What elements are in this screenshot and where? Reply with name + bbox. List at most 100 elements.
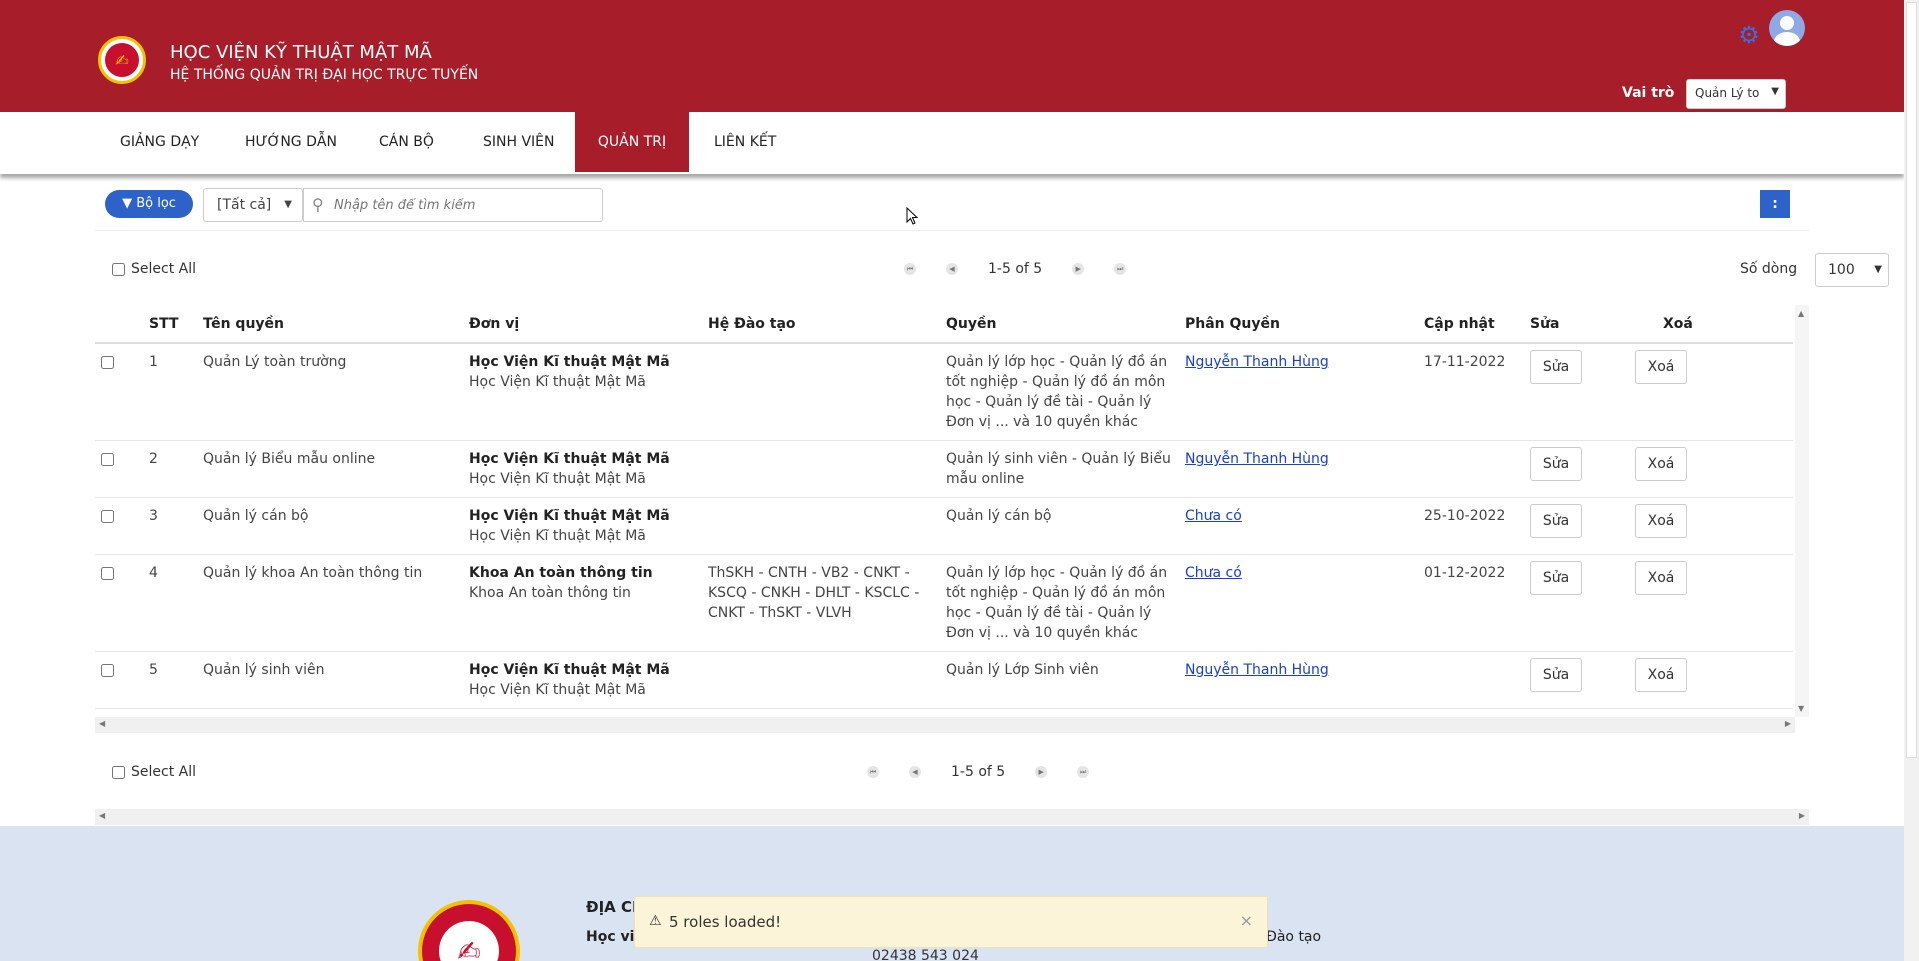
row-checkbox[interactable] [101,567,114,580]
delete-button[interactable]: Xoá [1635,504,1687,538]
book-icon: ✍ [105,43,139,77]
role-select[interactable]: Quản Lý to ▼ [1686,79,1786,109]
scroll-left-icon[interactable]: ◀ [99,811,105,820]
first-page-icon[interactable]: ⏮ [867,766,879,778]
prev-page-icon[interactable]: ◀ [946,263,958,275]
cell-stt: 5 [145,651,199,709]
col-quyen[interactable]: Quyền [942,305,1181,344]
nav-giang-day[interactable]: GIẢNG DẠY [120,112,199,172]
cell-stt: 1 [145,343,199,441]
warning-icon: ⚠ [649,913,662,929]
assignee-link[interactable]: Nguyễn Thanh Hùng [1185,451,1329,467]
table-horizontal-scrollbar[interactable]: ◀ ▶ [95,717,1795,733]
close-icon[interactable]: × [1240,911,1253,930]
assignee-link[interactable]: Nguyễn Thanh Hùng [1185,662,1329,678]
table-row: 2 Quản lý Biểu mẫu online Học Viện Kĩ th… [95,440,1793,498]
edit-button[interactable]: Sửa [1530,561,1582,595]
academy-logo: ✍ [98,36,146,84]
main-nav: GIẢNG DẠY HƯỚNG DẪN CÁN BỘ SINH VIÊN QUẢ… [0,112,1904,174]
pagination-top: ⏮ ◀ 1-5 of 5 ▶ ⏭ [889,261,1141,277]
pagination-bottom: ⏮ ◀ 1-5 of 5 ▶ ⏭ [852,764,1104,780]
row-checkbox[interactable] [101,510,114,523]
scroll-right-icon[interactable]: ▶ [1799,811,1805,820]
edit-button[interactable]: Sửa [1530,350,1582,384]
assignee-link[interactable]: Chưa có [1185,565,1242,581]
col-stt[interactable]: STT [145,305,199,344]
cell-name: Quản lý khoa An toàn thông tin [199,554,465,652]
scroll-down-icon[interactable]: ▼ [1798,704,1804,713]
cell-updated: 01-12-2022 [1420,554,1526,652]
cell-name: Quản lý sinh viên [199,651,465,709]
assignee-link[interactable]: Chưa có [1185,508,1242,524]
edit-button[interactable]: Sửa [1530,447,1582,481]
cell-permissions: Quản lý Lớp Sinh viên [942,651,1181,709]
col-phan-quyen[interactable]: Phân Quyền [1181,305,1420,344]
scroll-right-icon[interactable]: ▶ [1785,719,1791,728]
page-scrollbar-thumb[interactable] [1906,2,1917,758]
scroll-up-icon[interactable]: ▲ [1798,309,1804,318]
rows-per-page-select[interactable]: 100 ▼ [1815,253,1889,287]
role-label: Vai trò [1622,85,1675,101]
table-vertical-scrollbar[interactable]: ▲ ▼ [1795,305,1809,717]
assignee-link[interactable]: Nguyễn Thanh Hùng [1185,354,1329,370]
select-all-top[interactable]: Select All [112,261,196,277]
cell-permissions: Quản lý sinh viên - Quản lý Biểu mẫu onl… [942,440,1181,498]
select-all-bottom[interactable]: Select All [112,764,196,780]
table-header-row: STT Tên quyền Đơn vị Hệ Đào tạo Quyền Ph… [95,305,1793,344]
cell-training: ThSKH - CNTH - VB2 - CNKT - KSCQ - CNKH … [704,554,942,652]
nav-lien-ket[interactable]: LIÊN KẾT [714,112,776,172]
panel-horizontal-scrollbar[interactable]: ◀ ▶ [95,809,1809,825]
pagination-text: 1-5 of 5 [988,261,1043,277]
delete-button[interactable]: Xoá [1635,447,1687,481]
next-page-icon[interactable]: ▶ [1072,263,1085,275]
prev-page-icon[interactable]: ◀ [909,766,921,778]
cell-updated [1420,651,1526,709]
gear-icon[interactable]: ⚙ [1736,22,1762,48]
avatar[interactable] [1769,10,1805,46]
nav-sinh-vien[interactable]: SINH VIÊN [483,112,555,172]
cell-assignee: Chưa có [1181,497,1420,555]
first-page-icon[interactable]: ⏮ [904,263,916,275]
cell-updated: 17-11-2022 [1420,343,1526,441]
table-row: 1 Quản Lý toàn trường Học Viện Kĩ thuật … [95,343,1793,441]
nav-quan-tri[interactable]: QUẢN TRỊ [575,112,689,172]
next-page-icon[interactable]: ▶ [1035,766,1048,778]
cell-unit: Học Viện Kĩ thuật Mật Mã Học Viện Kĩ thuậ… [465,651,704,709]
last-page-icon[interactable]: ⏭ [1077,766,1090,778]
page-scrollbar[interactable] [1904,0,1919,961]
delete-button[interactable]: Xoá [1635,561,1687,595]
filter-button[interactable]: ▼ Bộ lọc [105,190,193,218]
cell-name: Quản Lý toàn trường [199,343,465,441]
col-don-vi[interactable]: Đơn vị [465,305,704,344]
col-he-dao-tao[interactable]: Hệ Đào tạo [704,305,942,344]
pagination-text: 1-5 of 5 [951,764,1006,780]
row-checkbox[interactable] [101,453,114,466]
cell-training [704,440,942,498]
select-all-checkbox[interactable] [112,262,125,276]
roles-table-wrap: STT Tên quyền Đơn vị Hệ Đào tạo Quyền Ph… [95,305,1809,717]
select-all-checkbox[interactable] [112,765,125,779]
footer-academy-logo: ✍ [418,900,520,961]
delete-button[interactable]: Xoá [1635,350,1687,384]
more-options-button[interactable]: : [1760,190,1790,218]
nav-huong-dan[interactable]: HƯỚNG DẪN [245,112,337,172]
role-select-value: Quản Lý to [1695,86,1760,100]
filter-icon: ▼ [122,196,133,211]
edit-button[interactable]: Sửa [1530,658,1582,692]
edit-button[interactable]: Sửa [1530,504,1582,538]
notification-toast: ⚠ 5 roles loaded! × [634,896,1268,948]
col-cap-nhat[interactable]: Cập nhật [1420,305,1526,344]
nav-can-bo[interactable]: CÁN BỘ [379,112,434,172]
col-ten-quyen[interactable]: Tên quyền [199,305,465,344]
cell-assignee: Nguyễn Thanh Hùng [1181,440,1420,498]
scroll-left-icon[interactable]: ◀ [99,719,105,728]
cell-name: Quản lý Biểu mẫu online [199,440,465,498]
search-input[interactable] [334,195,594,215]
cell-updated: 25-10-2022 [1420,497,1526,555]
col-checkbox [95,305,145,344]
delete-button[interactable]: Xoá [1635,658,1687,692]
row-checkbox[interactable] [101,664,114,677]
last-page-icon[interactable]: ⏭ [1114,263,1127,275]
scope-select[interactable]: [Tất cả] ▼ [203,188,303,222]
row-checkbox[interactable] [101,356,114,369]
